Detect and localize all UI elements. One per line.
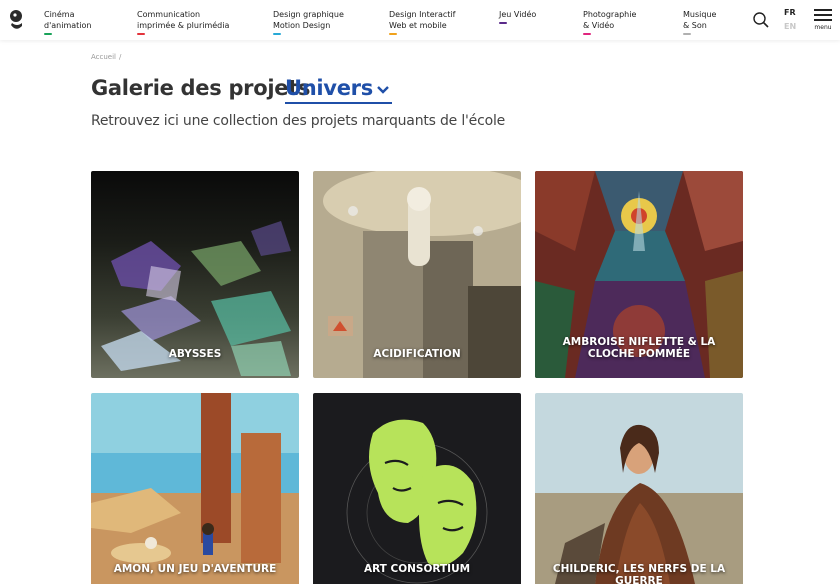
nav-color-bar [583, 33, 591, 35]
page-subtitle: Retrouvez ici une collection des projets… [91, 113, 506, 129]
project-card-title: CHILDERIC, LES NERFS DE LA GUERRE [552, 563, 726, 584]
project-card-acidification[interactable]: ACIDIFICATION [313, 171, 521, 378]
search-icon[interactable] [752, 11, 770, 29]
nav-label: Jeu Vidéo [499, 10, 537, 19]
project-card-title: ACIDIFICATION [373, 348, 461, 360]
nav-label: d'animation [44, 21, 92, 30]
hamburger-icon-line [814, 14, 832, 16]
project-card-art-consortium[interactable]: ART CONSORTIUM [313, 393, 521, 584]
lang-en-link[interactable]: EN [784, 22, 796, 31]
hamburger-icon [814, 9, 832, 11]
nav-design-interactif[interactable]: Design Interactif Web et mobile [389, 9, 455, 35]
nav-label: Communication [137, 10, 201, 19]
hamburger-icon-line [814, 19, 832, 21]
nav-color-bar [683, 33, 691, 35]
nav-color-bar [273, 33, 281, 35]
project-card-ambroise-niflette[interactable]: AMBROISE NIFLETTE & LA CLOCHE POMMÉE [535, 171, 743, 378]
nav-label: Cinéma [44, 10, 75, 19]
project-card-amon[interactable]: AMON, UN JEU D'AVENTURE [91, 393, 299, 584]
nav-photographie[interactable]: Photographie & Vidéo [583, 9, 636, 35]
nav-communication[interactable]: Communication imprimée & plurimédia [137, 9, 229, 35]
project-card-title: ABYSSES [168, 348, 222, 360]
top-navigation-bar: Cinéma d'animation Communication imprimé… [0, 0, 840, 40]
project-card-abysses[interactable]: ABYSSES [91, 171, 299, 378]
lang-fr-link[interactable]: FR [784, 8, 796, 17]
project-card-title: ART CONSORTIUM [363, 563, 471, 575]
nav-label: Design graphique [273, 10, 344, 19]
nav-design-graphique[interactable]: Design graphique Motion Design [273, 9, 344, 35]
project-card-childeric[interactable]: CHILDERIC, LES NERFS DE LA GUERRE [535, 393, 743, 584]
univers-dropdown[interactable]: Univers [285, 76, 392, 104]
nav-musique[interactable]: Musique & Son [683, 9, 716, 35]
project-thumbnail-image [313, 393, 521, 584]
breadcrumb: Accueil / [91, 53, 121, 61]
project-thumbnail-image [91, 171, 299, 378]
menu-button[interactable]: menu [812, 6, 834, 36]
chevron-down-icon [377, 86, 389, 94]
project-card-title: AMON, UN JEU D'AVENTURE [113, 563, 277, 575]
nav-label: Musique [683, 10, 717, 19]
nav-jeu-video[interactable]: Jeu Vidéo [499, 9, 536, 24]
nav-label: & Vidéo [583, 21, 615, 30]
project-thumbnail-image [535, 393, 743, 584]
page-title: Galerie des projets [91, 76, 311, 100]
nav-color-bar [389, 33, 397, 35]
project-thumbnail-image [313, 171, 521, 378]
nav-label: & Son [683, 21, 707, 30]
breadcrumb-separator: / [119, 53, 122, 61]
nav-color-bar [499, 22, 507, 24]
nav-label: Motion Design [273, 21, 331, 30]
nav-label: imprimée & plurimédia [137, 21, 230, 30]
nav-color-bar [137, 33, 145, 35]
nav-color-bar [44, 33, 52, 35]
nav-cinema-animation[interactable]: Cinéma d'animation [44, 9, 92, 35]
project-card-title: AMBROISE NIFLETTE & LA CLOCHE POMMÉE [562, 336, 716, 360]
school-logo-icon[interactable] [8, 8, 24, 32]
project-thumbnail-image [91, 393, 299, 584]
menu-label: menu [814, 24, 832, 31]
nav-label: Photographie [583, 10, 637, 19]
nav-label: Web et mobile [389, 21, 447, 30]
breadcrumb-home-link[interactable]: Accueil [91, 53, 116, 61]
univers-dropdown-value: Univers [285, 76, 373, 100]
nav-label: Design Interactif [389, 10, 456, 19]
